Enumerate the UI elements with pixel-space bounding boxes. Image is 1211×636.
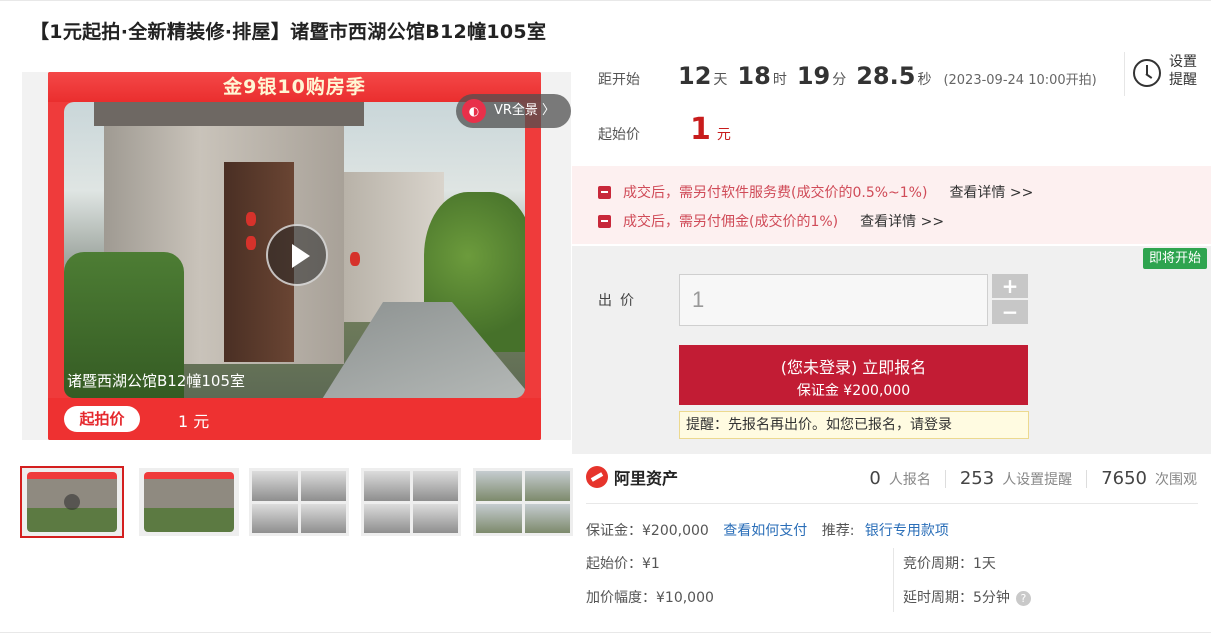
countdown: 距开始 12 天 18 时 19 分 28.5 秒 (2023-09-24 10… (598, 62, 1097, 98)
how-to-pay-link[interactable]: 查看如何支付 (723, 523, 807, 539)
divider (586, 503, 1198, 504)
thumbnail-interior-1[interactable] (249, 468, 349, 536)
help-icon[interactable]: ? (1015, 590, 1031, 606)
thumbnail-poster[interactable] (139, 468, 239, 536)
fee-notice-box: 成交后，需另付软件服务费(成交价的0.5%~1%) 查看详情 >> 成交后，需另… (572, 166, 1211, 244)
info-delay-cycle-row: 延时周期：5分钟? (903, 587, 1031, 607)
register-now-button[interactable]: (您未登录) 立即报名 保证金 ¥200,000 (679, 345, 1028, 405)
fee-icon (598, 185, 611, 199)
top-border (0, 0, 1211, 3)
reminder-count-label: 人设置提醒 (1002, 472, 1073, 488)
info-delay-cycle: 延时周期：5分钟 (903, 590, 1010, 606)
countdown-days-unit: 天 (713, 72, 728, 88)
countdown-minutes: 19 (796, 62, 831, 90)
set-reminder-label: 设置提醒 (1169, 54, 1197, 88)
start-price-value: 1 元 (178, 412, 210, 431)
signup-count-label: 人报名 (888, 472, 931, 488)
start-price-unit: 元 (716, 127, 731, 143)
countdown-days: 12 (678, 62, 712, 90)
fee-text: 成交后，需另付佣金(成交价的1%) (623, 214, 839, 230)
bid-amount-input[interactable]: 1 (679, 274, 988, 326)
info-start-price: 起始价：¥1 (586, 556, 660, 572)
vr-icon: ◐ (462, 99, 486, 123)
bid-panel: 即将开始 出价 1 + − (您未登录) 立即报名 保证金 ¥200,000 提… (572, 246, 1211, 454)
start-price-row: 起始价 1 元 (598, 112, 731, 147)
main-image[interactable]: 金9银10购房季 诸暨西湖公馆B12幢105室 起拍价 1 元 ◐ VR全景 〉 (22, 72, 571, 440)
login-link[interactable]: 登录 (924, 417, 952, 433)
vr-panorama-button[interactable]: ◐ VR全景 〉 (456, 94, 571, 128)
decrease-bid-button[interactable]: − (992, 300, 1028, 324)
thumbnail-video[interactable] (20, 466, 124, 538)
fee-details-link[interactable]: 查看详情 >> (949, 182, 1033, 202)
countdown-hours: 18 (737, 62, 771, 90)
play-icon (292, 244, 310, 268)
info-bid-cycle: 竞价周期：1天 (903, 556, 996, 572)
thumbnail-exterior[interactable] (473, 468, 573, 536)
deposit-row: 保证金：¥200,000 查看如何支付 推荐: 银行专用款项 (586, 520, 949, 540)
countdown-label: 距开始 (598, 72, 640, 88)
ali-assets-icon (586, 466, 608, 488)
recommend-label: 推荐: (821, 523, 855, 539)
bank-deposit-link[interactable]: 银行专用款项 (865, 523, 949, 539)
start-price-amount: 1 (690, 112, 711, 147)
fee-notice-software: 成交后，需另付软件服务费(成交价的0.5%~1%) 查看详情 >> (598, 182, 1033, 202)
play-video-button[interactable] (266, 224, 328, 286)
thumbnail-interior-2[interactable] (361, 468, 461, 536)
view-count-label: 次围观 (1155, 472, 1197, 488)
fee-details-link[interactable]: 查看详情 >> (860, 211, 944, 231)
countdown-seconds: 28.5 (856, 62, 916, 90)
bottom-border (0, 632, 1211, 633)
status-badge: 即将开始 (1142, 248, 1207, 269)
login-tip: 提醒：先报名再出价。如您已报名，请登录 (679, 411, 1029, 439)
tip-text: 提醒：先报名再出价。如您已报名，请 (686, 417, 924, 433)
view-count: 7650 (1101, 468, 1147, 489)
deposit-label: 保证金：¥200,000 (586, 523, 709, 539)
bid-label: 出价 (598, 293, 642, 309)
auction-stats: 0 人报名 253 人设置提醒 7650 次围观 (869, 468, 1197, 489)
countdown-minutes-unit: 分 (832, 72, 847, 88)
deposit-amount-label: 保证金 ¥200,000 (796, 383, 911, 399)
start-price-label: 起始价 (598, 127, 640, 143)
countdown-hours-unit: 时 (772, 72, 787, 88)
info-divider (893, 548, 894, 612)
vr-label: VR全景 〉 (494, 103, 556, 118)
reminder-count: 253 (959, 468, 995, 489)
set-reminder-button[interactable]: 设置提醒 (1124, 52, 1200, 96)
alarm-clock-icon (1133, 59, 1161, 87)
register-button-label: (您未登录) 立即报名 (780, 358, 927, 377)
start-price-pill: 起拍价 (64, 406, 140, 432)
page-title: 【1元起拍·全新精装修·排屋】诸暨市西湖公馆B12幢105室 (30, 21, 547, 43)
auction-start-date: (2023-09-24 10:00开拍) (943, 73, 1097, 88)
ali-assets-logo[interactable]: 阿里资产 (586, 465, 678, 489)
increase-bid-button[interactable]: + (992, 274, 1028, 298)
fee-text: 成交后，需另付软件服务费(成交价的0.5%~1%) (623, 185, 928, 201)
signup-count: 0 (869, 468, 881, 489)
fee-notice-commission: 成交后，需另付佣金(成交价的1%) 查看详情 >> (598, 211, 944, 231)
countdown-seconds-unit: 秒 (917, 72, 932, 88)
platform-name: 阿里资产 (614, 469, 679, 488)
fee-icon (598, 214, 611, 228)
info-increment: 加价幅度：¥10,000 (586, 590, 714, 606)
poster-caption: 诸暨西湖公馆B12幢105室 (67, 372, 246, 390)
